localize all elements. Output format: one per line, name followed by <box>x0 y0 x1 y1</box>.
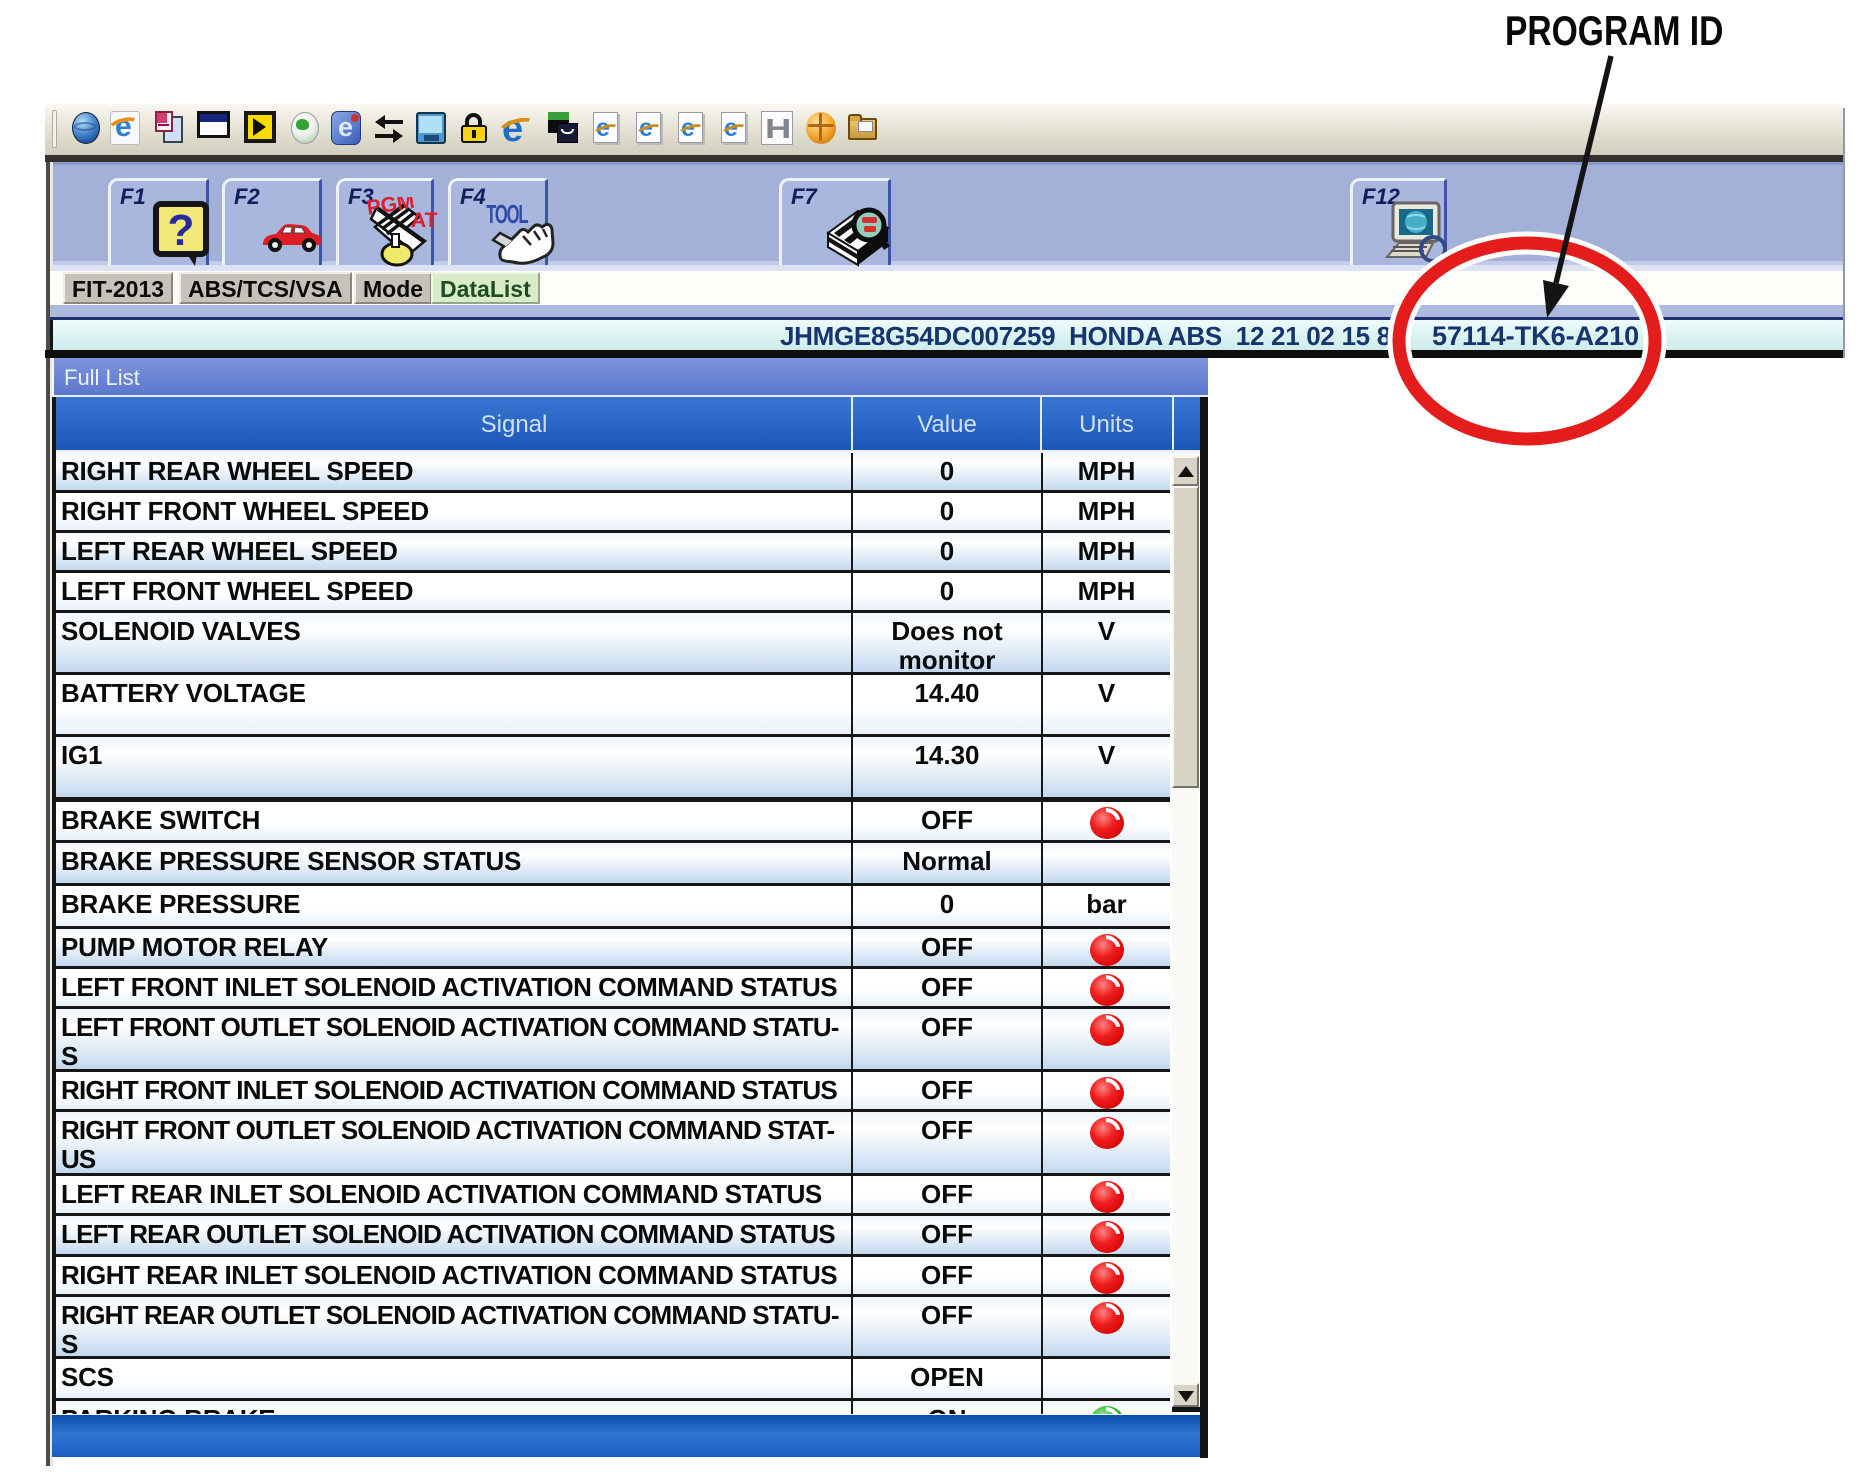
svg-text:TOOL: TOOL <box>486 203 528 229</box>
svg-text:?: ? <box>168 206 195 255</box>
svg-text:AT: AT <box>411 209 438 232</box>
